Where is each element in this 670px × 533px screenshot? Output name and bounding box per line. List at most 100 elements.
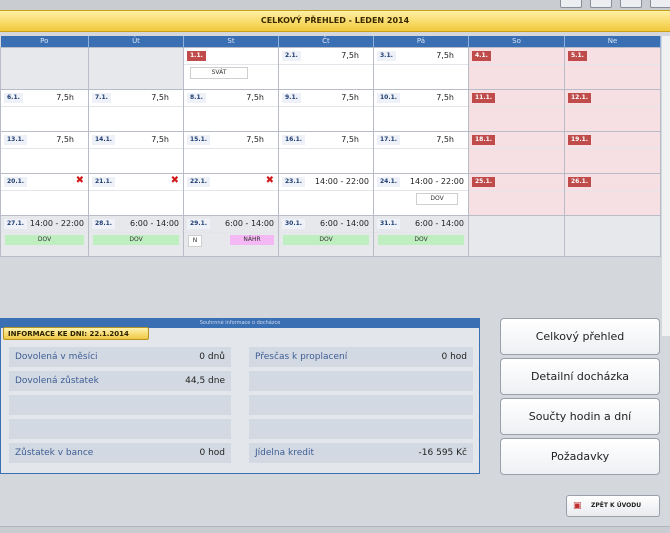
info-value: 0 dnů bbox=[199, 352, 225, 362]
day-cell[interactable]: 30.1. 6:00 - 14:00 DOV bbox=[278, 215, 374, 257]
info-row bbox=[9, 419, 231, 439]
day-cell[interactable]: 28.1. 6:00 - 14:00 DOV bbox=[88, 215, 184, 257]
cell-divider bbox=[1, 190, 88, 191]
day-cell[interactable]: 11.1. bbox=[468, 89, 565, 132]
day-cell[interactable]: 16.1. 7,5h bbox=[278, 131, 374, 174]
hours-value: 6:00 - 14:00 bbox=[225, 219, 274, 228]
info-value: 0 hod bbox=[441, 352, 467, 362]
day-number: 1.1. bbox=[187, 51, 206, 61]
info-label: Dovolená v měsíci bbox=[15, 352, 98, 362]
day-header: Út bbox=[88, 36, 184, 48]
day-cell[interactable]: 25.1. bbox=[468, 173, 565, 216]
page-title: CELKOVÝ PŘEHLED - LEDEN 2014 bbox=[0, 10, 670, 32]
day-number: 26.1. bbox=[568, 177, 592, 187]
day-cell[interactable]: 4.1. bbox=[468, 47, 565, 90]
hours-value: 7,5h bbox=[341, 51, 359, 60]
day-cell[interactable]: 10.1. 7,5h bbox=[373, 89, 469, 132]
printer-icon: ▣ bbox=[573, 501, 582, 511]
day-cell[interactable]: 5.1. bbox=[564, 47, 661, 90]
cell-divider bbox=[374, 148, 468, 149]
cell-divider bbox=[565, 64, 660, 65]
cell-divider bbox=[279, 106, 373, 107]
day-number: 20.1. bbox=[4, 177, 28, 187]
day-cell[interactable]: 19.1. bbox=[564, 131, 661, 174]
hours-value: 6:00 - 14:00 bbox=[415, 219, 464, 228]
day-cell bbox=[468, 215, 565, 257]
day-header: Po bbox=[0, 36, 89, 48]
day-cell[interactable]: 12.1. bbox=[564, 89, 661, 132]
day-cell[interactable]: 7.1. 7,5h bbox=[88, 89, 184, 132]
absence-x-icon: ✖ bbox=[170, 175, 179, 186]
day-cell[interactable]: 31.1. 6:00 - 14:00 DOV bbox=[373, 215, 469, 257]
day-cell[interactable]: 2.1. 7,5h bbox=[278, 47, 374, 90]
status-tag: DOV bbox=[93, 235, 179, 245]
day-cell[interactable]: 23.1. 14:00 - 22:00 bbox=[278, 173, 374, 216]
hours-value: 6:00 - 14:00 bbox=[320, 219, 369, 228]
back-button[interactable]: ▣ ZPĚT K ÚVODU bbox=[566, 495, 660, 517]
day-cell[interactable]: 15.1. 7,5h bbox=[183, 131, 279, 174]
day-number: 13.1. bbox=[4, 135, 28, 145]
cell-divider bbox=[374, 106, 468, 107]
hours-value: 7,5h bbox=[151, 135, 169, 144]
info-label: Jídelna kredit bbox=[255, 448, 314, 458]
day-number: 30.1. bbox=[282, 219, 306, 229]
hours-value: 7,5h bbox=[56, 93, 74, 102]
info-row: Jídelna kredit -16 595 Kč bbox=[249, 443, 473, 463]
day-number: 2.1. bbox=[282, 51, 301, 61]
requests-button[interactable]: Požadavky bbox=[500, 438, 660, 475]
day-cell[interactable]: 29.1. 6:00 - 14:00 N NÁHR bbox=[183, 215, 279, 257]
day-cell[interactable]: 9.1. 7,5h bbox=[278, 89, 374, 132]
hours-value: 7,5h bbox=[246, 93, 264, 102]
info-row bbox=[9, 395, 231, 415]
day-cell[interactable]: 27.1. 14:00 - 22:00 DOV bbox=[0, 215, 89, 257]
day-cell[interactable]: 20.1. ✖ bbox=[0, 173, 89, 216]
hours-value: 7,5h bbox=[341, 93, 359, 102]
day-cell[interactable]: 14.1. 7,5h bbox=[88, 131, 184, 174]
day-cell[interactable]: 18.1. bbox=[468, 131, 565, 174]
day-cell[interactable]: 6.1. 7,5h bbox=[0, 89, 89, 132]
window-button[interactable] bbox=[560, 0, 582, 8]
detail-attendance-button[interactable]: Detailní docházka bbox=[500, 358, 660, 395]
day-number: 25.1. bbox=[472, 177, 496, 187]
day-number: 10.1. bbox=[377, 93, 401, 103]
cell-divider bbox=[184, 232, 278, 233]
day-header: Ne bbox=[564, 36, 661, 48]
hours-value: 7,5h bbox=[341, 135, 359, 144]
cell-divider bbox=[279, 148, 373, 149]
day-cell[interactable]: 3.1. 7,5h bbox=[373, 47, 469, 90]
info-label: Přesčas k proplacení bbox=[255, 352, 348, 362]
day-cell[interactable]: 22.1. ✖ bbox=[183, 173, 279, 216]
day-number: 11.1. bbox=[472, 93, 496, 103]
window-button[interactable] bbox=[650, 0, 670, 8]
cell-divider bbox=[184, 106, 278, 107]
status-tag: DOV bbox=[416, 193, 458, 205]
sums-button[interactable]: Součty hodin a dní bbox=[500, 398, 660, 435]
overview-button[interactable]: Celkový přehled bbox=[500, 318, 660, 355]
hours-value: 7,5h bbox=[436, 93, 454, 102]
info-row bbox=[249, 371, 473, 391]
window-button[interactable] bbox=[590, 0, 612, 8]
day-cell[interactable]: 21.1. ✖ bbox=[88, 173, 184, 216]
cell-divider bbox=[374, 232, 468, 233]
status-tag: SVÁT bbox=[190, 67, 248, 79]
info-row: Přesčas k proplacení 0 hod bbox=[249, 347, 473, 367]
day-cell[interactable]: 1.1. SVÁT bbox=[183, 47, 279, 90]
cell-divider bbox=[279, 190, 373, 191]
day-number: 22.1. bbox=[187, 177, 211, 187]
cell-divider bbox=[469, 106, 564, 107]
day-cell[interactable]: 8.1. 7,5h bbox=[183, 89, 279, 132]
day-cell[interactable]: 26.1. bbox=[564, 173, 661, 216]
day-cell[interactable]: 13.1. 7,5h bbox=[0, 131, 89, 174]
day-number: 24.1. bbox=[377, 177, 401, 187]
right-edge bbox=[662, 36, 670, 336]
day-number: 15.1. bbox=[187, 135, 211, 145]
day-number: 21.1. bbox=[92, 177, 116, 187]
window-button[interactable] bbox=[620, 0, 642, 8]
day-cell[interactable]: 17.1. 7,5h bbox=[373, 131, 469, 174]
day-number: 28.1. bbox=[92, 219, 116, 229]
cell-divider bbox=[469, 190, 564, 191]
status-tag: NÁHR bbox=[230, 235, 274, 245]
day-header: So bbox=[468, 36, 565, 48]
day-cell[interactable]: 24.1. 14:00 - 22:00 DOV bbox=[373, 173, 469, 216]
hours-value: 14:00 - 22:00 bbox=[409, 177, 464, 186]
